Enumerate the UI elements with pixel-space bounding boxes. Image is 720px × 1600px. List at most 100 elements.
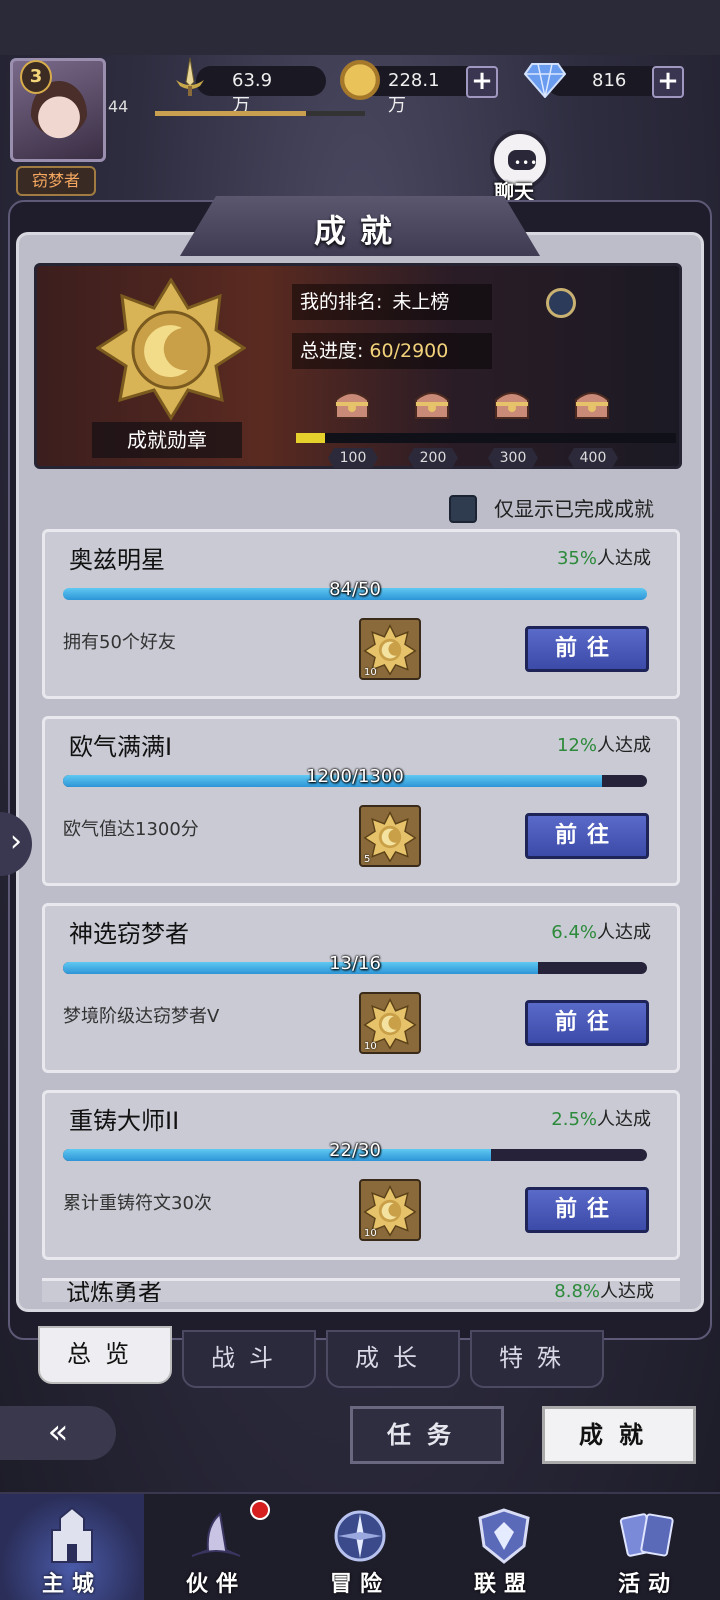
partial-card-pct-suffix: 人达成 bbox=[600, 1281, 654, 1302]
partial-card-pct: 8.8%人达成 bbox=[554, 1281, 654, 1302]
chat-bubble-icon: ••• bbox=[514, 156, 539, 170]
reward-count: 10 bbox=[364, 667, 377, 678]
gold-value: 228.1万 bbox=[388, 70, 440, 116]
reward-count: 10 bbox=[364, 1041, 377, 1052]
tab-battle[interactable]: 战斗 bbox=[182, 1330, 316, 1388]
player-level: 44 bbox=[108, 97, 129, 116]
achievements-button[interactable]: 成就 bbox=[542, 1406, 696, 1464]
achievement-completion-rate: 6.4%人达成 bbox=[551, 918, 651, 944]
nav-partners[interactable]: 伙伴 bbox=[144, 1494, 288, 1600]
partial-achievement-card: 试炼勇者 8.8%人达成 bbox=[42, 1278, 680, 1302]
compass-icon bbox=[334, 1510, 386, 1562]
tab-growth[interactable]: 成长 bbox=[326, 1330, 460, 1388]
reward-count: 5 bbox=[364, 854, 371, 865]
page-title: 成就 bbox=[313, 212, 406, 250]
tab-special[interactable]: 特殊 bbox=[470, 1330, 604, 1388]
add-gold-button[interactable]: + bbox=[466, 66, 498, 98]
progress-value: 60/2900 bbox=[369, 340, 449, 362]
back-arrow-icon: « bbox=[47, 1412, 69, 1452]
achievement-card: 奥兹明星 35%人达成 84/50 拥有50个好友 10 前往 bbox=[42, 529, 680, 699]
achievement-title: 奥兹明星 bbox=[69, 546, 165, 574]
notification-dot bbox=[250, 1500, 270, 1520]
achievement-card: 神选窃梦者 6.4%人达成 13/16 梦境阶级达窃梦者V 10 前往 bbox=[42, 903, 680, 1073]
completion-suffix: 人达成 bbox=[597, 922, 651, 943]
completion-percent: 6.4% bbox=[551, 922, 597, 943]
achievement-medal-icon bbox=[96, 278, 246, 421]
rank-label: 我的排名: bbox=[300, 291, 383, 313]
completion-suffix: 人达成 bbox=[597, 1109, 651, 1130]
my-rank-row: 我的排名: 未上榜 bbox=[292, 284, 492, 320]
medal-label: 成就勋章 bbox=[92, 422, 242, 458]
completion-percent: 12% bbox=[556, 735, 597, 756]
reward-medal[interactable]: 10 bbox=[359, 1179, 421, 1241]
achievement-card: 欧气满满I 12%人达成 1200/1300 欧气值达1300分 5 前往 bbox=[42, 716, 680, 886]
milestone-label: 400 bbox=[568, 448, 618, 468]
tab-overview[interactable]: 总览 bbox=[38, 1326, 172, 1384]
completion-percent: 35% bbox=[556, 548, 597, 569]
sword-icon bbox=[176, 57, 204, 96]
completed-only-label: 仅显示已完成成就 bbox=[494, 497, 654, 521]
achievement-card: 重铸大师II 2.5%人达成 22/30 累计重铸符文30次 10 前往 bbox=[42, 1090, 680, 1260]
nav-adventure[interactable]: 冒险 bbox=[288, 1494, 432, 1600]
go-button[interactable]: 前往 bbox=[525, 1187, 649, 1233]
go-button[interactable]: 前往 bbox=[525, 1000, 649, 1046]
completion-suffix: 人达成 bbox=[597, 735, 651, 756]
status-strip bbox=[0, 0, 720, 55]
milestone-fill bbox=[296, 433, 325, 443]
milestone-chest-icon[interactable] bbox=[412, 386, 452, 422]
achievement-description: 欧气值达1300分 bbox=[63, 819, 199, 840]
achievement-title: 重铸大师II bbox=[69, 1107, 180, 1135]
achievement-progress-count: 13/16 bbox=[329, 953, 381, 974]
total-progress-row: 总进度: 60/2900 bbox=[292, 333, 492, 369]
reward-medal[interactable]: 10 bbox=[359, 992, 421, 1054]
achievement-title: 欧气满满I bbox=[69, 733, 173, 761]
rank-value: 未上榜 bbox=[392, 291, 450, 313]
exp-bar bbox=[155, 111, 365, 116]
gem-value: 816 bbox=[592, 70, 627, 91]
nav-alliance[interactable]: 联盟 bbox=[432, 1494, 576, 1600]
nav-main-city[interactable]: 主城 bbox=[0, 1494, 144, 1600]
achievement-progress-count: 1200/1300 bbox=[306, 766, 404, 787]
rank-title-badge: 窃梦者 bbox=[16, 166, 96, 196]
tasks-button[interactable]: 任务 bbox=[350, 1406, 504, 1464]
nav-label-main-city: 主城 bbox=[41, 1572, 102, 1597]
achievement-description: 累计重铸符文30次 bbox=[63, 1193, 212, 1214]
achievement-title: 神选窃梦者 bbox=[69, 920, 189, 948]
avatar-level-badge: 3 bbox=[20, 60, 52, 94]
diamond-icon bbox=[524, 63, 566, 98]
progress-label: 总进度: bbox=[300, 340, 364, 362]
milestone-chest-icon[interactable] bbox=[492, 386, 532, 422]
shield-icon bbox=[478, 1508, 530, 1564]
achievement-progress-count: 84/50 bbox=[329, 579, 381, 600]
nav-label-partners: 伙伴 bbox=[185, 1572, 246, 1597]
partial-card-title: 试炼勇者 bbox=[66, 1279, 162, 1302]
milestone-chest-icon[interactable] bbox=[332, 386, 372, 422]
achievement-progress-count: 22/30 bbox=[329, 1140, 381, 1161]
magnifier-icon[interactable] bbox=[546, 288, 576, 318]
nav-label-events: 活动 bbox=[617, 1572, 678, 1597]
reward-medal[interactable]: 5 bbox=[359, 805, 421, 867]
nav-events[interactable]: 活动 bbox=[576, 1494, 720, 1600]
completion-percent: 2.5% bbox=[551, 1109, 597, 1130]
nav-label-alliance: 联盟 bbox=[473, 1572, 534, 1597]
completion-suffix: 人达成 bbox=[597, 548, 651, 569]
castle-icon bbox=[51, 1506, 93, 1563]
go-button[interactable]: 前往 bbox=[525, 626, 649, 672]
power-value: 63.9万 bbox=[232, 70, 273, 116]
gold-coin-icon bbox=[340, 60, 380, 100]
completed-only-checkbox[interactable] bbox=[449, 495, 477, 523]
achievement-completion-rate: 35%人达成 bbox=[557, 544, 651, 570]
cards-icon bbox=[619, 1513, 674, 1557]
achievement-completion-rate: 12%人达成 bbox=[557, 731, 651, 757]
add-gems-button[interactable]: + bbox=[652, 66, 684, 98]
milestone-label: 100 bbox=[328, 448, 378, 468]
milestone-chest-icon[interactable] bbox=[572, 386, 612, 422]
nav-label-adventure: 冒险 bbox=[329, 1572, 390, 1597]
reward-count: 10 bbox=[364, 1228, 377, 1239]
milestone-label: 200 bbox=[408, 448, 458, 468]
go-button[interactable]: 前往 bbox=[525, 813, 649, 859]
reward-medal[interactable]: 10 bbox=[359, 618, 421, 680]
achievement-completion-rate: 2.5%人达成 bbox=[551, 1105, 651, 1131]
back-button[interactable]: « bbox=[0, 1406, 116, 1460]
milestone-bar bbox=[296, 433, 676, 443]
